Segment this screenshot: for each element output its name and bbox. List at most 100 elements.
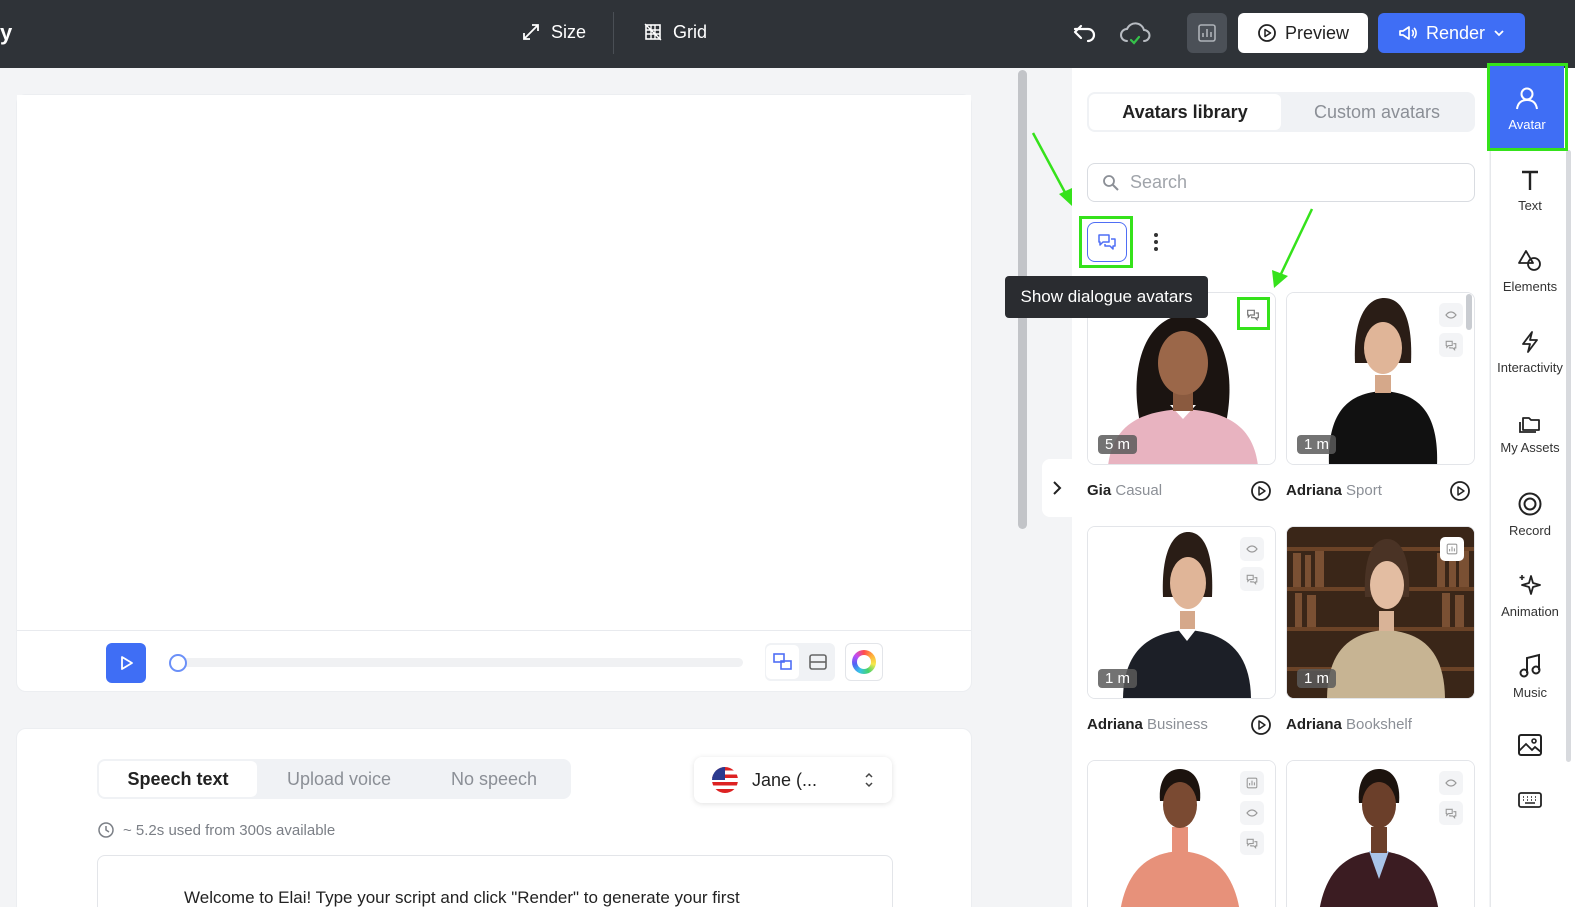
timeline-handle[interactable] — [169, 654, 187, 672]
stats-badge — [1240, 771, 1264, 795]
avatar-source-tabs: Avatars library Custom avatars — [1087, 92, 1475, 132]
folder-stack-icon — [1517, 412, 1543, 434]
rail-item-interactivity[interactable]: Interactivity — [1490, 312, 1570, 392]
tab-custom-avatars[interactable]: Custom avatars — [1281, 94, 1473, 130]
avatar-label: Gia Casual — [1087, 482, 1162, 499]
rail-item-text[interactable]: Text — [1490, 150, 1570, 230]
lip-sync-badge — [1240, 537, 1264, 561]
voice-name: Jane (... — [752, 769, 818, 790]
tab-no-speech[interactable]: No speech — [421, 761, 567, 797]
rail-item-elements[interactable]: Elements — [1490, 231, 1570, 311]
highlight-box — [1079, 216, 1133, 268]
chevron-right-icon — [1052, 480, 1062, 496]
search-input[interactable] — [1130, 172, 1450, 193]
lips-icon — [1246, 545, 1258, 553]
play-circle-icon[interactable] — [1250, 480, 1272, 502]
layout-rows-button[interactable] — [801, 645, 834, 679]
slide-canvas[interactable] — [17, 95, 971, 631]
lip-sync-badge — [1439, 303, 1463, 327]
avatar-search — [1087, 163, 1475, 202]
top-toolbar: y Size Grid Preview Render — [0, 0, 1575, 68]
voice-select[interactable]: Jane (... — [694, 757, 892, 803]
annotation-arrow — [1272, 208, 1314, 288]
cards-scrollbar[interactable] — [1466, 294, 1472, 330]
avatar-variant: Sport — [1346, 482, 1382, 499]
lips-icon — [1445, 311, 1457, 319]
lightning-icon — [1520, 330, 1540, 354]
resize-icon — [521, 22, 541, 42]
avatar-label: Adriana Sport — [1286, 482, 1382, 499]
layout-split-icon — [772, 653, 793, 671]
cloud-sync-button[interactable] — [1115, 14, 1155, 52]
layout-toggle — [765, 643, 835, 681]
shapes-icon — [1517, 249, 1543, 273]
render-label: Render — [1425, 22, 1486, 43]
tab-speech-text[interactable]: Speech text — [99, 761, 257, 797]
stats-badge — [1440, 537, 1464, 561]
chat-bubbles-icon — [1445, 808, 1457, 819]
chevron-updown-icon — [864, 771, 874, 789]
size-label: Size — [551, 21, 587, 42]
lips-icon — [1246, 809, 1258, 817]
music-note-icon — [1518, 653, 1542, 679]
stats-button[interactable] — [1187, 13, 1227, 53]
grid-off-icon — [643, 22, 663, 42]
play-circle-icon[interactable] — [1449, 480, 1471, 502]
undo-button[interactable] — [1065, 14, 1105, 52]
rail-item-music[interactable]: Music — [1490, 636, 1570, 716]
text-icon — [1519, 168, 1541, 192]
image-icon — [1517, 733, 1543, 757]
speech-tabs: Speech text Upload voice No speech — [97, 759, 571, 799]
speech-card: Speech text Upload voice No speech Jane … — [16, 728, 972, 907]
rail-label: Music — [1513, 684, 1547, 700]
highlight-box — [1487, 63, 1568, 151]
grid-button[interactable]: Grid — [643, 18, 707, 46]
toolbar-divider — [613, 12, 614, 54]
more-options-button[interactable] — [1146, 228, 1166, 256]
kebab-dot — [1154, 240, 1158, 244]
rail-label: My Assets — [1500, 439, 1560, 455]
brand-logo-fragment: y — [0, 20, 13, 45]
rail-item-record[interactable]: Record — [1490, 474, 1570, 554]
dialogue-avatar-badge — [1240, 567, 1264, 591]
script-editor[interactable]: Welcome to Elai! Type your script and cl… — [97, 855, 893, 907]
render-button[interactable]: Render — [1378, 13, 1525, 53]
play-circle-icon[interactable] — [1250, 714, 1272, 736]
play-button[interactable] — [106, 643, 146, 683]
us-flag-icon — [712, 767, 738, 793]
lips-icon — [1445, 779, 1457, 787]
avatar-variant: Bookshelf — [1346, 716, 1412, 733]
sparkle-icon — [1517, 572, 1543, 598]
preview-button[interactable]: Preview — [1238, 13, 1368, 53]
megaphone-icon — [1398, 24, 1418, 42]
tab-avatars-library[interactable]: Avatars library — [1089, 94, 1281, 130]
script-text: Welcome to Elai! Type your script and cl… — [184, 888, 740, 907]
avatar-name: Gia — [1087, 482, 1112, 499]
kebab-dot — [1154, 233, 1158, 237]
color-wheel-icon — [852, 650, 876, 674]
play-icon — [117, 654, 135, 672]
clock-icon — [97, 821, 115, 839]
bar-chart-icon — [1197, 23, 1217, 43]
chat-bubbles-icon — [1246, 838, 1258, 849]
avatar-label: Adriana Business — [1087, 716, 1208, 733]
bar-chart-icon — [1446, 543, 1458, 555]
background-color-button[interactable] — [845, 643, 883, 681]
collapse-panel-button[interactable] — [1042, 459, 1072, 517]
chevron-down-icon — [1493, 29, 1505, 37]
rail-label: Record — [1509, 522, 1551, 538]
usage-text: ~ 5.2s used from 300s available — [123, 821, 336, 839]
duration-badge: 5 m — [1098, 435, 1138, 454]
lip-sync-badge — [1240, 801, 1264, 825]
tab-upload-voice[interactable]: Upload voice — [257, 761, 421, 797]
size-button[interactable]: Size — [521, 18, 586, 46]
preview-label: Preview — [1284, 22, 1350, 43]
duration-badge: 1 m — [1297, 669, 1337, 688]
rail-item-keyboard[interactable] — [1490, 760, 1570, 840]
timeline-track[interactable] — [169, 658, 743, 667]
dialogue-avatars-tooltip: Show dialogue avatars — [1005, 276, 1208, 318]
undo-icon — [1072, 22, 1098, 44]
rail-item-animation[interactable]: Animation — [1490, 555, 1570, 635]
layout-avatar-button[interactable] — [766, 645, 799, 679]
rail-item-my-assets[interactable]: My Assets — [1490, 393, 1570, 473]
